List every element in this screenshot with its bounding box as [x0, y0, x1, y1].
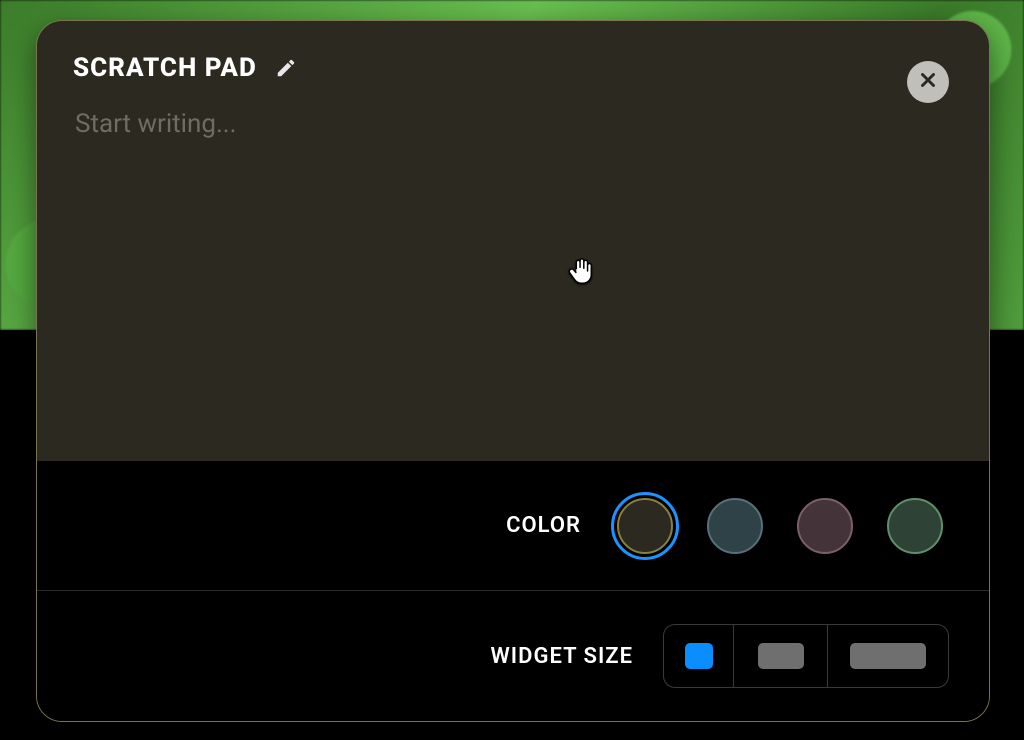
size-option-small[interactable]: [664, 625, 734, 687]
scratch-pad-title: SCRATCH PAD: [73, 53, 257, 83]
color-swatch-slate[interactable]: [701, 492, 769, 560]
color-row: COLOR: [37, 461, 989, 591]
scratch-pad-header: SCRATCH PAD: [73, 53, 953, 83]
color-swatch-inner: [617, 498, 673, 554]
settings-area: COLOR WIDGET SIZE: [37, 461, 989, 721]
color-swatch-forest[interactable]: [881, 492, 949, 560]
size-option-medium[interactable]: [734, 625, 828, 687]
pencil-icon[interactable]: [275, 57, 297, 79]
size-label: WIDGET SIZE: [490, 644, 633, 669]
color-swatch-inner: [707, 498, 763, 554]
color-swatches: [611, 492, 949, 560]
color-swatch-inner: [797, 498, 853, 554]
size-row: WIDGET SIZE: [37, 591, 989, 721]
size-option-large[interactable]: [828, 625, 948, 687]
size-block-icon: [758, 643, 804, 669]
size-group: [663, 624, 949, 688]
color-swatch-inner: [887, 498, 943, 554]
scratch-pad-textarea[interactable]: [73, 107, 957, 431]
close-icon: [917, 69, 939, 95]
color-swatch-mauve[interactable]: [791, 492, 859, 560]
scratch-pad-panel: SCRATCH PAD COLOR WIDGET SIZE: [36, 20, 990, 722]
scratch-pad-area: SCRATCH PAD: [37, 21, 989, 461]
size-block-icon: [850, 643, 926, 669]
color-swatch-olive[interactable]: [611, 492, 679, 560]
close-button[interactable]: [907, 61, 949, 103]
color-label: COLOR: [506, 513, 581, 538]
size-block-icon: [685, 643, 713, 669]
